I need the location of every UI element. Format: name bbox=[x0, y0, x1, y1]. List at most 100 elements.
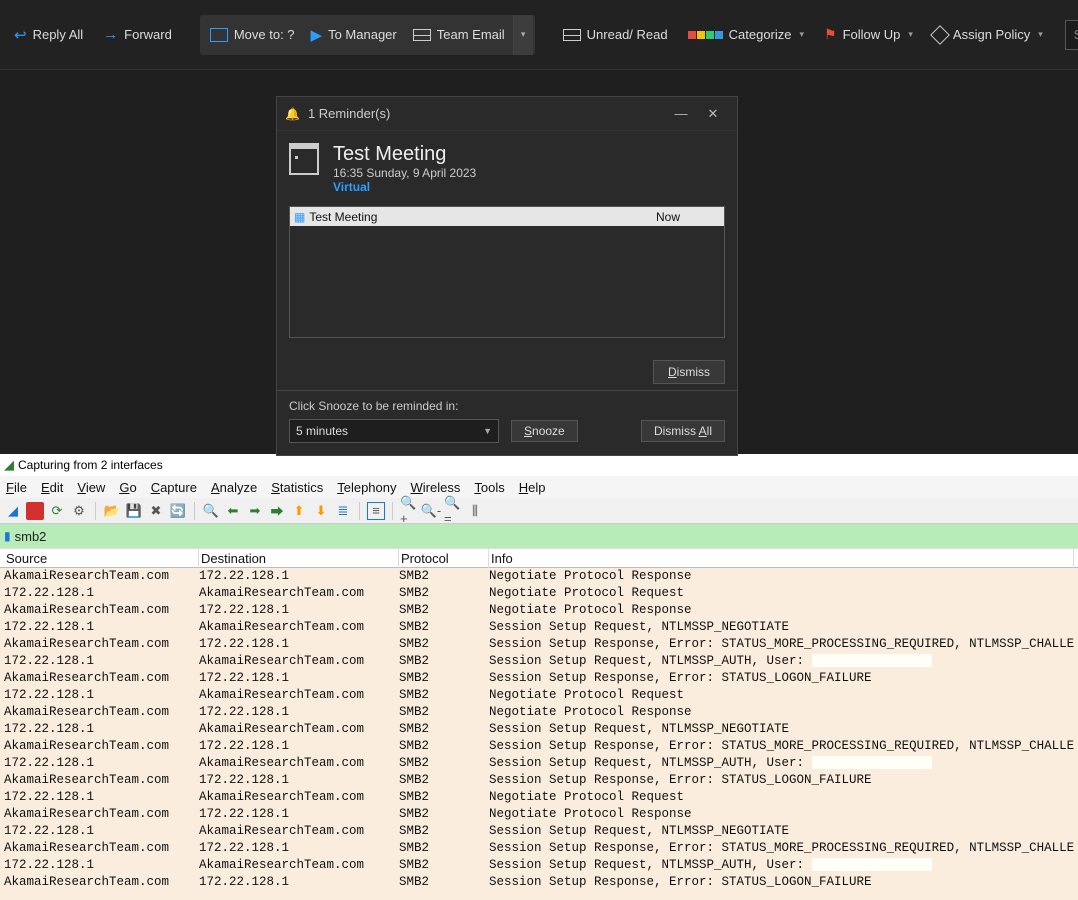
team-email-button[interactable]: Team Email bbox=[405, 21, 513, 48]
packet-row[interactable]: AkamaiResearchTeam.com172.22.128.1SMB2Se… bbox=[0, 840, 1078, 857]
open-file-button[interactable]: 📂 bbox=[103, 502, 121, 520]
cell-protocol: SMB2 bbox=[399, 721, 489, 738]
cell-source: AkamaiResearchTeam.com bbox=[4, 636, 199, 653]
menu-analyze[interactable]: Analyze bbox=[211, 480, 257, 495]
quick-steps-group: Move to: ? ▶ To Manager Team Email ▾ bbox=[200, 15, 535, 55]
start-capture-button[interactable]: ◢ bbox=[4, 502, 22, 520]
cell-info: Session Setup Response, Error: STATUS_MO… bbox=[489, 738, 1074, 755]
assign-policy-label: Assign Policy bbox=[953, 27, 1030, 42]
packet-row[interactable]: 172.22.128.1AkamaiResearchTeam.comSMB2Ne… bbox=[0, 789, 1078, 806]
col-destination[interactable]: Destination bbox=[199, 549, 399, 568]
cell-protocol: SMB2 bbox=[399, 636, 489, 653]
packet-row[interactable]: 172.22.128.1AkamaiResearchTeam.comSMB2Se… bbox=[0, 755, 1078, 772]
to-manager-button[interactable]: ▶ To Manager bbox=[303, 20, 405, 50]
menu-statistics[interactable]: Statistics bbox=[271, 480, 323, 495]
stop-capture-button[interactable] bbox=[26, 502, 44, 520]
col-source[interactable]: Source bbox=[4, 549, 199, 568]
reply-all-button[interactable]: ↩ Reply All bbox=[4, 20, 93, 50]
packet-row[interactable]: 172.22.128.1AkamaiResearchTeam.comSMB2Ne… bbox=[0, 687, 1078, 704]
menu-file[interactable]: File bbox=[6, 480, 27, 495]
categorize-button[interactable]: Categorize ▾ bbox=[678, 21, 814, 48]
zoom-in-button[interactable]: 🔍+ bbox=[400, 502, 418, 520]
resize-columns-button[interactable]: ⫼ bbox=[466, 502, 484, 520]
display-filter-input[interactable] bbox=[15, 529, 1074, 544]
menu-tools[interactable]: Tools bbox=[474, 480, 504, 495]
menu-capture[interactable]: Capture bbox=[151, 480, 197, 495]
packet-row[interactable]: AkamaiResearchTeam.com172.22.128.1SMB2Se… bbox=[0, 772, 1078, 789]
packet-row[interactable]: 172.22.128.1AkamaiResearchTeam.comSMB2Se… bbox=[0, 619, 1078, 636]
cell-destination: 172.22.128.1 bbox=[199, 840, 399, 857]
capture-options-button[interactable]: ⚙ bbox=[70, 502, 88, 520]
menu-go[interactable]: Go bbox=[119, 480, 136, 495]
dismiss-button[interactable]: Dismiss bbox=[653, 360, 725, 384]
zoom-reset-button[interactable]: 🔍= bbox=[444, 502, 462, 520]
reminder-list-item[interactable]: ▦ Test Meeting Now bbox=[290, 207, 724, 226]
save-file-button[interactable]: 💾 bbox=[125, 502, 143, 520]
close-button[interactable]: ✕ bbox=[697, 101, 729, 127]
reminder-list[interactable]: ▦ Test Meeting Now bbox=[289, 206, 725, 338]
unread-read-button[interactable]: Unread/ Read bbox=[553, 21, 678, 48]
packet-row[interactable]: 172.22.128.1AkamaiResearchTeam.comSMB2Se… bbox=[0, 857, 1078, 874]
packet-list[interactable]: AkamaiResearchTeam.com172.22.128.1SMB2Ne… bbox=[0, 568, 1078, 900]
follow-up-button[interactable]: ⚑ Follow Up ▾ bbox=[814, 20, 923, 49]
menu-edit[interactable]: Edit bbox=[41, 480, 63, 495]
reload-button[interactable]: 🔄 bbox=[169, 502, 187, 520]
dismiss-all-button[interactable]: Dismiss All bbox=[641, 420, 725, 442]
col-protocol[interactable]: Protocol bbox=[399, 549, 489, 568]
reply-all-icon: ↩ bbox=[14, 26, 27, 44]
wireshark-menubar[interactable]: File Edit View Go Capture Analyze Statistics Te… bbox=[0, 476, 1078, 498]
minimize-button[interactable]: — bbox=[665, 101, 697, 127]
go-to-packet-button[interactable]: ⮕ bbox=[268, 502, 286, 520]
cell-info: Negotiate Protocol Response bbox=[489, 806, 1074, 823]
move-to-button[interactable]: Move to: ? bbox=[202, 21, 303, 48]
packet-row[interactable]: AkamaiResearchTeam.com172.22.128.1SMB2Ne… bbox=[0, 806, 1078, 823]
packet-row[interactable]: AkamaiResearchTeam.com172.22.128.1SMB2Ne… bbox=[0, 602, 1078, 619]
packet-row[interactable]: AkamaiResearchTeam.com172.22.128.1SMB2Se… bbox=[0, 874, 1078, 891]
go-forward-button[interactable]: ➡ bbox=[246, 502, 264, 520]
packet-list-header[interactable]: Source Destination Protocol Info bbox=[0, 548, 1078, 568]
restart-capture-button[interactable]: ⟳ bbox=[48, 502, 66, 520]
colorize-button[interactable]: ≡ bbox=[367, 502, 385, 520]
cell-source: AkamaiResearchTeam.com bbox=[4, 670, 199, 687]
packet-row[interactable]: 172.22.128.1AkamaiResearchTeam.comSMB2Se… bbox=[0, 823, 1078, 840]
packet-row[interactable]: AkamaiResearchTeam.com172.22.128.1SMB2Se… bbox=[0, 670, 1078, 687]
search-people-input[interactable]: Search Pe bbox=[1065, 20, 1078, 50]
auto-scroll-button[interactable]: ≣ bbox=[334, 502, 352, 520]
last-packet-button[interactable]: ⬇ bbox=[312, 502, 330, 520]
menu-help[interactable]: Help bbox=[519, 480, 546, 495]
cell-protocol: SMB2 bbox=[399, 619, 489, 636]
zoom-out-button[interactable]: 🔍- bbox=[422, 502, 440, 520]
menu-wireless[interactable]: Wireless bbox=[411, 480, 461, 495]
reminder-window: 🔔 1 Reminder(s) — ✕ Test Meeting 16:35 S… bbox=[276, 96, 738, 456]
wireshark-titlebar[interactable]: ◢ Capturing from 2 interfaces bbox=[0, 454, 1078, 476]
forward-button[interactable]: → Forward bbox=[93, 20, 182, 49]
close-file-button[interactable]: ✖ bbox=[147, 502, 165, 520]
cell-info: Session Setup Request, NTLMSSP_NEGOTIATE bbox=[489, 619, 1074, 636]
packet-row[interactable]: 172.22.128.1AkamaiResearchTeam.comSMB2Se… bbox=[0, 653, 1078, 670]
cell-source: AkamaiResearchTeam.com bbox=[4, 840, 199, 857]
packet-row[interactable]: 172.22.128.1AkamaiResearchTeam.comSMB2Ne… bbox=[0, 585, 1078, 602]
cell-protocol: SMB2 bbox=[399, 755, 489, 772]
packet-row[interactable]: 172.22.128.1AkamaiResearchTeam.comSMB2Se… bbox=[0, 721, 1078, 738]
first-packet-button[interactable]: ⬆ bbox=[290, 502, 308, 520]
go-back-button[interactable]: ⬅ bbox=[224, 502, 242, 520]
packet-row[interactable]: AkamaiResearchTeam.com172.22.128.1SMB2Ne… bbox=[0, 568, 1078, 585]
cell-protocol: SMB2 bbox=[399, 568, 489, 585]
col-info[interactable]: Info bbox=[489, 549, 1074, 568]
quick-steps-dropdown[interactable]: ▾ bbox=[513, 15, 533, 55]
find-packet-button[interactable]: 🔍 bbox=[202, 502, 220, 520]
menu-view[interactable]: View bbox=[77, 480, 105, 495]
packet-row[interactable]: AkamaiResearchTeam.com172.22.128.1SMB2Se… bbox=[0, 738, 1078, 755]
tag-icon bbox=[930, 25, 950, 45]
snooze-button[interactable]: Snooze bbox=[511, 420, 578, 442]
assign-policy-button[interactable]: Assign Policy ▾ bbox=[923, 21, 1053, 48]
team-email-icon bbox=[413, 29, 431, 41]
packet-row[interactable]: AkamaiResearchTeam.com172.22.128.1SMB2Ne… bbox=[0, 704, 1078, 721]
snooze-duration-combo[interactable]: 5 minutes ▼ bbox=[289, 419, 499, 443]
dismiss-label-rest: ismiss bbox=[677, 365, 710, 379]
snooze-duration-value: 5 minutes bbox=[296, 424, 348, 438]
unread-read-label: Unread/ Read bbox=[587, 27, 668, 42]
menu-telephony[interactable]: Telephony bbox=[337, 480, 396, 495]
reminder-titlebar[interactable]: 🔔 1 Reminder(s) — ✕ bbox=[277, 97, 737, 131]
packet-row[interactable]: AkamaiResearchTeam.com172.22.128.1SMB2Se… bbox=[0, 636, 1078, 653]
